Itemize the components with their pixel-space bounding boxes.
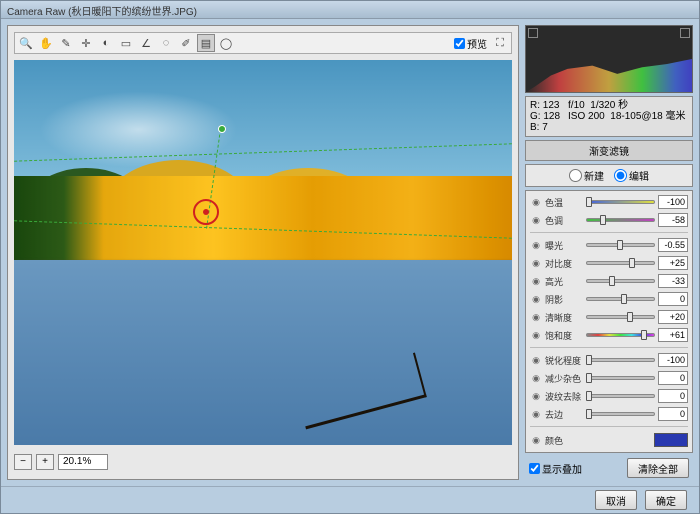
content-area: 🔍 ✋ ✎ ✛ ◐ ▭ ∠ ◌ ✐ ▤ ◯ 预览 ⛶ − + 20.1% — [1, 19, 699, 486]
eye-icon[interactable]: ◉ — [530, 214, 542, 226]
color-swatch[interactable] — [654, 433, 688, 447]
right-panel: R: 123 G: 128 B: 7 f/10 1/320 秒 ISO 200 … — [525, 25, 693, 480]
preview-checkbox[interactable]: 预览 — [454, 36, 487, 51]
white-balance-tool-icon[interactable]: ✎ — [57, 34, 75, 52]
moire-slider[interactable] — [586, 390, 655, 402]
eye-icon[interactable]: ◉ — [530, 390, 542, 402]
footer: 取消 确定 — [1, 486, 699, 513]
tint-value[interactable]: -58 — [658, 213, 688, 227]
moire-label: 波纹去除 — [545, 390, 583, 403]
zoom-in-button[interactable]: + — [36, 454, 54, 470]
saturation-slider[interactable] — [586, 329, 655, 341]
eye-icon[interactable]: ◉ — [530, 239, 542, 251]
eye-icon[interactable]: ◉ — [530, 293, 542, 305]
zoom-value[interactable]: 20.1% — [58, 454, 108, 470]
targeted-adjust-tool-icon[interactable]: ◐ — [97, 34, 115, 52]
show-overlay-checkbox[interactable]: 显示叠加 — [529, 461, 582, 476]
toolbar: 🔍 ✋ ✎ ✛ ◐ ▭ ∠ ◌ ✐ ▤ ◯ 预览 ⛶ — [14, 32, 512, 54]
crop-tool-icon[interactable]: ▭ — [117, 34, 135, 52]
defringe-slider[interactable] — [586, 408, 655, 420]
overlay-row: 显示叠加 清除全部 — [525, 456, 693, 480]
shadow-clip-icon[interactable] — [528, 28, 538, 38]
sharpness-slider[interactable] — [586, 354, 655, 366]
contrast-label: 对比度 — [545, 257, 583, 270]
zoom-out-button[interactable]: − — [14, 454, 32, 470]
clarity-value[interactable]: +20 — [658, 310, 688, 324]
saturation-value[interactable]: +61 — [658, 328, 688, 342]
eye-icon[interactable]: ◉ — [530, 196, 542, 208]
histogram[interactable] — [525, 25, 693, 93]
camera-raw-window: Camera Raw (秋日暖阳下的缤纷世界.JPG) 🔍 ✋ ✎ ✛ ◐ ▭ … — [0, 0, 700, 514]
noise-value[interactable]: 0 — [658, 371, 688, 385]
radio-edit[interactable]: 编辑 — [614, 168, 649, 183]
color-label: 颜色 — [545, 434, 583, 447]
defringe-label: 去边 — [545, 408, 583, 421]
fullscreen-icon[interactable]: ⛶ — [491, 34, 509, 52]
eye-icon[interactable]: ◉ — [530, 329, 542, 341]
window-title: Camera Raw (秋日暖阳下的缤纷世界.JPG) — [1, 1, 699, 19]
saturation-label: 饱和度 — [545, 329, 583, 342]
exposure-slider[interactable] — [586, 239, 655, 251]
panel-title: 渐变滤镜 — [525, 140, 693, 161]
radio-new[interactable]: 新建 — [569, 168, 604, 183]
eye-icon[interactable]: ◉ — [530, 434, 542, 446]
eye-icon[interactable]: ◉ — [530, 354, 542, 366]
temp-label: 色温 — [545, 196, 583, 209]
spot-removal-tool-icon[interactable]: ◌ — [157, 34, 175, 52]
shadows-value[interactable]: 0 — [658, 292, 688, 306]
moire-value[interactable]: 0 — [658, 389, 688, 403]
contrast-value[interactable]: +25 — [658, 256, 688, 270]
ok-button[interactable]: 确定 — [645, 490, 687, 510]
image-preview[interactable] — [14, 60, 512, 445]
eye-icon[interactable]: ◉ — [530, 372, 542, 384]
left-panel: 🔍 ✋ ✎ ✛ ◐ ▭ ∠ ◌ ✐ ▤ ◯ 预览 ⛶ − + 20.1% — [7, 25, 519, 480]
exposure-label: 曝光 — [545, 239, 583, 252]
preview-label: 预览 — [467, 36, 487, 51]
info-readout: R: 123 G: 128 B: 7 f/10 1/320 秒 ISO 200 … — [525, 96, 693, 137]
highlight-clip-icon[interactable] — [680, 28, 690, 38]
exposure-value[interactable]: -0.55 — [658, 238, 688, 252]
tint-label: 色调 — [545, 214, 583, 227]
noise-label: 减少杂色 — [545, 372, 583, 385]
shadows-label: 阴影 — [545, 293, 583, 306]
noise-slider[interactable] — [586, 372, 655, 384]
sliders-panel: ◉色温-100 ◉色调-58 ◉曝光-0.55 ◉对比度+25 ◉高光-33 ◉… — [525, 190, 693, 453]
photo-canvas — [14, 60, 512, 445]
tint-slider[interactable] — [586, 214, 655, 226]
gradient-pin-active[interactable] — [193, 199, 219, 225]
zoom-tool-icon[interactable]: 🔍 — [17, 34, 35, 52]
eye-icon[interactable]: ◉ — [530, 257, 542, 269]
shadows-slider[interactable] — [586, 293, 655, 305]
clarity-label: 清晰度 — [545, 311, 583, 324]
contrast-slider[interactable] — [586, 257, 655, 269]
sharpness-value[interactable]: -100 — [658, 353, 688, 367]
highlights-slider[interactable] — [586, 275, 655, 287]
mode-radios: 新建 编辑 — [525, 164, 693, 187]
hand-tool-icon[interactable]: ✋ — [37, 34, 55, 52]
brush-tool-icon[interactable]: ✐ — [177, 34, 195, 52]
highlights-value[interactable]: -33 — [658, 274, 688, 288]
temp-slider[interactable] — [586, 196, 655, 208]
temp-value[interactable]: -100 — [658, 195, 688, 209]
radial-filter-tool-icon[interactable]: ◯ — [217, 34, 235, 52]
eye-icon[interactable]: ◉ — [530, 408, 542, 420]
zoom-bar: − + 20.1% — [14, 451, 512, 473]
clear-all-button[interactable]: 清除全部 — [627, 458, 689, 478]
straighten-tool-icon[interactable]: ∠ — [137, 34, 155, 52]
defringe-value[interactable]: 0 — [658, 407, 688, 421]
eye-icon[interactable]: ◉ — [530, 275, 542, 287]
highlights-label: 高光 — [545, 275, 583, 288]
sharpness-label: 锐化程度 — [545, 354, 583, 367]
eye-icon[interactable]: ◉ — [530, 311, 542, 323]
graduated-filter-tool-icon[interactable]: ▤ — [197, 34, 215, 52]
color-sampler-tool-icon[interactable]: ✛ — [77, 34, 95, 52]
cancel-button[interactable]: 取消 — [595, 490, 637, 510]
clarity-slider[interactable] — [586, 311, 655, 323]
